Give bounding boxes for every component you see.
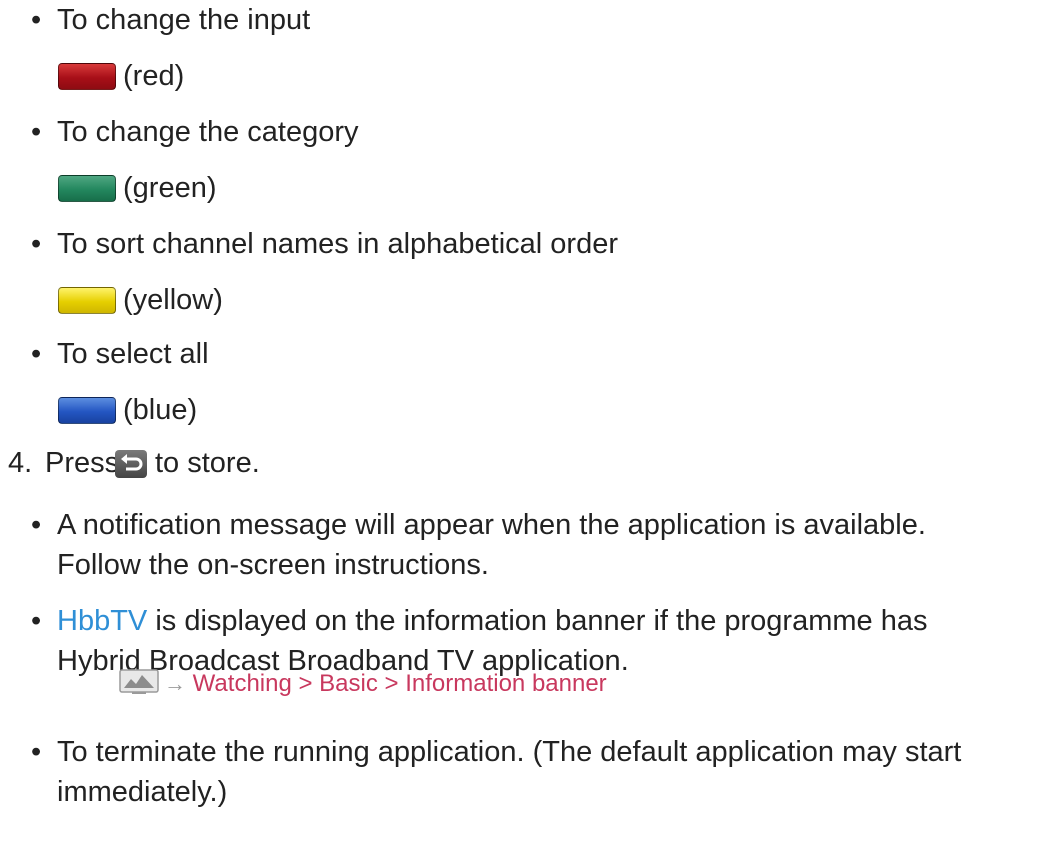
bullet: • bbox=[31, 605, 42, 637]
label-yellow: (yellow) bbox=[123, 284, 223, 316]
bullet: • bbox=[31, 509, 42, 541]
red-button-icon bbox=[58, 63, 116, 90]
instruction-yellow: To sort channel names in alphabetical or… bbox=[57, 228, 618, 260]
label-blue: (blue) bbox=[123, 394, 198, 426]
notification-note-line2: Follow the on-screen instructions. bbox=[57, 549, 489, 581]
bullet: • bbox=[31, 228, 42, 260]
step-store-label: to store. bbox=[155, 447, 260, 479]
reference-line: → Watching > Basic > Information banner bbox=[164, 664, 607, 704]
hbbtv-note-text: is displayed on the information banner i… bbox=[147, 605, 928, 637]
step-press-label: Press bbox=[45, 447, 120, 479]
hbbtv-link[interactable]: HbbTV bbox=[57, 605, 147, 637]
step-number: 4. bbox=[8, 447, 33, 479]
yellow-button-icon bbox=[58, 287, 116, 314]
blue-button-icon bbox=[58, 397, 116, 424]
label-green: (green) bbox=[123, 172, 217, 204]
reference-link[interactable]: Watching > Basic > Information banner bbox=[193, 670, 607, 697]
bullet: • bbox=[31, 338, 42, 370]
hbbtv-note-line1: HbbTV is displayed on the information ba… bbox=[57, 601, 927, 641]
notification-note-line1: A notification message will appear when … bbox=[57, 509, 926, 541]
terminate-note-line1: To terminate the running application. (T… bbox=[57, 736, 962, 768]
label-red: (red) bbox=[123, 60, 185, 92]
instruction-red: To change the input bbox=[57, 4, 311, 36]
instruction-blue: To select all bbox=[57, 338, 209, 370]
back-return-icon bbox=[115, 450, 147, 478]
tv-screen-icon bbox=[119, 669, 159, 700]
instruction-green: To change the category bbox=[57, 116, 359, 148]
bullet: • bbox=[31, 736, 42, 768]
green-button-icon bbox=[58, 175, 116, 202]
bullet: • bbox=[31, 4, 42, 36]
bullet: • bbox=[31, 116, 42, 148]
arrow-right-icon: → bbox=[164, 671, 186, 696]
terminate-note-line2: immediately.) bbox=[57, 776, 228, 808]
